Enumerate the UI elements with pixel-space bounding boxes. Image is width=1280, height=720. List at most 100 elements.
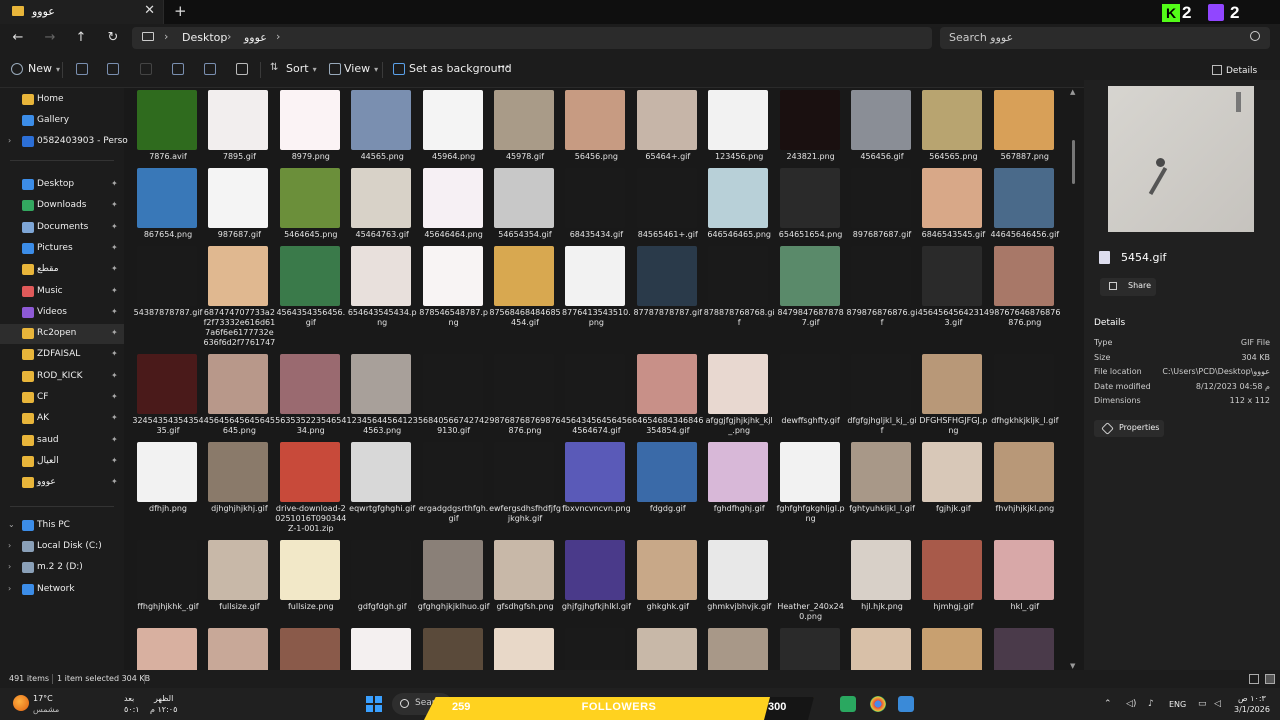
file-name: fghfghfgkghljgl.png — [776, 504, 845, 523]
address-bar[interactable]: › Desktop › عووو › — [132, 27, 932, 49]
file-thumbnail — [708, 442, 769, 502]
nav-item-device-2[interactable]: › m.2 2 (D:) — [0, 558, 124, 578]
new-tab-button[interactable]: + — [174, 2, 187, 20]
file-thumbnail — [993, 628, 1054, 670]
file-thumbnail — [779, 442, 840, 502]
details-pane-button[interactable]: Details — [1226, 66, 1257, 76]
scroll-thumb[interactable] — [1072, 140, 1075, 184]
back-button[interactable]: ← — [9, 29, 27, 47]
view-button[interactable]: View ▾ — [344, 62, 378, 75]
nav-item-pinned-12[interactable]: saud ✦ — [0, 431, 124, 451]
clock-date[interactable]: 3/1/2026 — [1234, 705, 1270, 714]
expand-chevron-icon[interactable]: › — [8, 541, 11, 550]
new-button[interactable]: New ▾ — [28, 62, 60, 75]
nav-item-pinned-3[interactable]: Pictures ✦ — [0, 239, 124, 259]
weather-icon[interactable] — [13, 695, 29, 711]
nav-item-pinned-7[interactable]: Rc2open ✦ — [0, 324, 124, 345]
file-thumbnail — [993, 90, 1054, 150]
nav-item-pinned-2[interactable]: Documents ✦ — [0, 218, 124, 238]
file-thumbnail — [636, 168, 697, 228]
delete-icon[interactable] — [236, 63, 248, 75]
sort-button[interactable]: Sort ▾ — [286, 62, 317, 75]
file-name: Heather_240x240.png — [777, 602, 844, 621]
tiles-view-toggle[interactable] — [1265, 674, 1275, 684]
file-explorer-icon[interactable] — [898, 696, 914, 712]
display-icon[interactable]: ▭ — [1198, 699, 1207, 709]
vertical-scrollbar[interactable]: ▲ ▼ — [1070, 88, 1078, 670]
input-language[interactable]: ENG — [1169, 700, 1186, 709]
nav-item-quick-1[interactable]: Gallery — [0, 111, 124, 131]
expand-chevron-icon[interactable]: › — [8, 136, 11, 145]
pin-icon: ✦ — [111, 264, 118, 274]
file-thumbnail — [279, 628, 340, 670]
properties-button[interactable]: Properties — [1094, 420, 1164, 437]
breadcrumb-desktop[interactable]: Desktop — [182, 31, 227, 44]
file-thumbnail — [208, 168, 269, 228]
tray-overflow-icon[interactable]: ⌃ — [1104, 699, 1112, 709]
copy-icon[interactable] — [107, 63, 119, 75]
nav-item-pinned-11[interactable]: AK ✦ — [0, 409, 124, 429]
nav-item-pinned-4[interactable]: مقطع ✦ — [0, 260, 124, 280]
share-label: Share — [1128, 281, 1152, 290]
refresh-button[interactable]: ↻ — [104, 29, 122, 47]
detail-key: Size — [1094, 352, 1111, 362]
up-button[interactable]: ↑ — [72, 29, 90, 47]
expand-chevron-icon[interactable]: › — [8, 584, 11, 593]
sort-label: Sort — [286, 62, 309, 75]
nav-item-pinned-10[interactable]: CF ✦ — [0, 388, 124, 408]
share-button[interactable]: Share — [1100, 278, 1156, 296]
file-name: dfhjh.png — [148, 504, 188, 513]
clock-time[interactable]: ١٠:٣ ص — [1238, 694, 1266, 703]
app-icon[interactable] — [840, 696, 856, 712]
file-name: 87568468484685454.gif — [489, 308, 561, 327]
start-button-icon[interactable] — [366, 696, 382, 712]
file-name: afggjfgjhjkjhk_kjl_.png — [705, 416, 773, 435]
share-icon[interactable] — [204, 63, 216, 75]
nav-item-device-3[interactable]: › Network — [0, 580, 124, 600]
close-tab-icon[interactable]: ✕ — [144, 3, 155, 18]
tab-current-folder[interactable]: عووو ✕ — [0, 0, 164, 24]
nav-item-pinned-8[interactable]: ZDFAISAL ✦ — [0, 345, 124, 365]
nav-item-pinned-0[interactable]: Desktop ✦ — [0, 175, 124, 195]
details-view-toggle[interactable] — [1249, 674, 1259, 684]
file-thumbnail — [708, 168, 769, 228]
file-thumbnail — [494, 168, 554, 228]
nav-item-pinned-5[interactable]: Music ✦ — [0, 282, 124, 302]
detail-row: File location C:\Users\PCD\Desktop\عووو — [1094, 367, 1270, 381]
cut-icon[interactable] — [76, 63, 88, 75]
rename-icon[interactable] — [172, 63, 184, 75]
more-options-button[interactable]: ··· — [497, 60, 510, 73]
file-thumbnail — [922, 354, 983, 414]
file-name: 456434564564564564674.gif — [560, 416, 633, 435]
folder-icon — [22, 306, 34, 318]
speaker-icon[interactable]: ◁ — [1214, 699, 1221, 709]
chrome-icon[interactable] — [870, 696, 886, 712]
search-box[interactable]: Search عووو — [940, 27, 1270, 49]
nav-item-pinned-13[interactable]: العيال ✦ — [0, 452, 124, 472]
breadcrumb-current-folder[interactable]: عووو — [244, 31, 267, 44]
nav-item-pinned-9[interactable]: ROD_KICK ✦ — [0, 367, 124, 387]
file-thumbnail — [351, 246, 412, 306]
nav-item-pinned-14[interactable]: عووو ✦ — [0, 473, 124, 493]
volume-icon[interactable]: ◁) — [1126, 699, 1136, 709]
file-name: 879876876876.gif — [846, 308, 918, 327]
forward-button[interactable]: → — [41, 29, 59, 47]
nav-item-quick-0[interactable]: Home — [0, 90, 124, 110]
nav-item-pinned-1[interactable]: Downloads ✦ — [0, 196, 124, 216]
expand-chevron-icon[interactable]: › — [8, 562, 11, 571]
file-thumbnail — [137, 354, 197, 414]
nav-item-device-1[interactable]: › Local Disk (C:) — [0, 537, 124, 557]
divider — [144, 674, 145, 684]
nav-item-pinned-6[interactable]: Videos ✦ — [0, 303, 124, 323]
nav-item-quick-2[interactable]: › 0582403903 - Personal — [0, 132, 142, 152]
paste-icon[interactable] — [140, 63, 152, 75]
scroll-down-arrow-icon[interactable]: ▼ — [1070, 662, 1075, 670]
file-thumbnail — [422, 246, 483, 306]
scroll-up-arrow-icon[interactable]: ▲ — [1070, 88, 1075, 96]
nav-item-device-0[interactable]: ⌄ This PC — [0, 516, 124, 536]
microphone-icon[interactable]: ♪ — [1148, 699, 1154, 709]
expand-chevron-icon[interactable]: ⌄ — [8, 520, 15, 529]
pin-icon: ✦ — [111, 413, 118, 423]
file-name: 54654354.gif — [498, 230, 552, 239]
file-name: 64654684346846354854.gif — [632, 416, 704, 435]
